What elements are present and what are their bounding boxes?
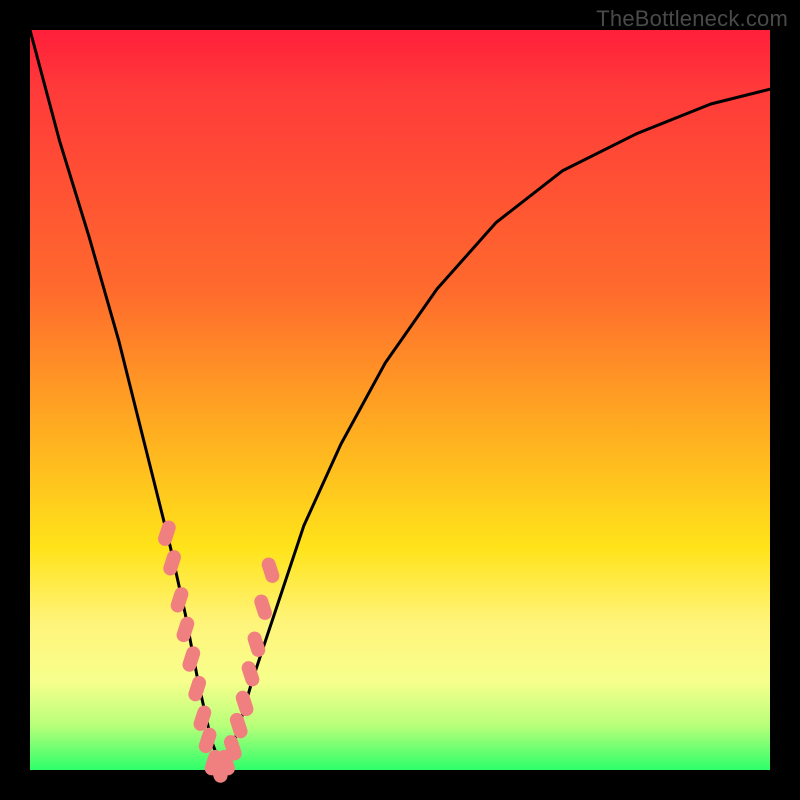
bottleneck-curve-path [30,30,770,770]
highlight-marker [161,548,182,577]
chart-frame: TheBottleneck.com [0,0,800,800]
highlight-markers [156,519,281,785]
highlight-marker [175,615,196,644]
highlight-marker [260,556,281,585]
highlight-marker [181,644,202,673]
highlight-marker [169,585,190,614]
plot-area [30,30,770,770]
highlight-marker [187,674,208,703]
bottleneck-curve [30,30,770,770]
curve-layer [30,30,770,770]
highlight-marker [156,519,177,548]
highlight-marker [252,593,273,622]
watermark-text: TheBottleneck.com [596,6,788,32]
